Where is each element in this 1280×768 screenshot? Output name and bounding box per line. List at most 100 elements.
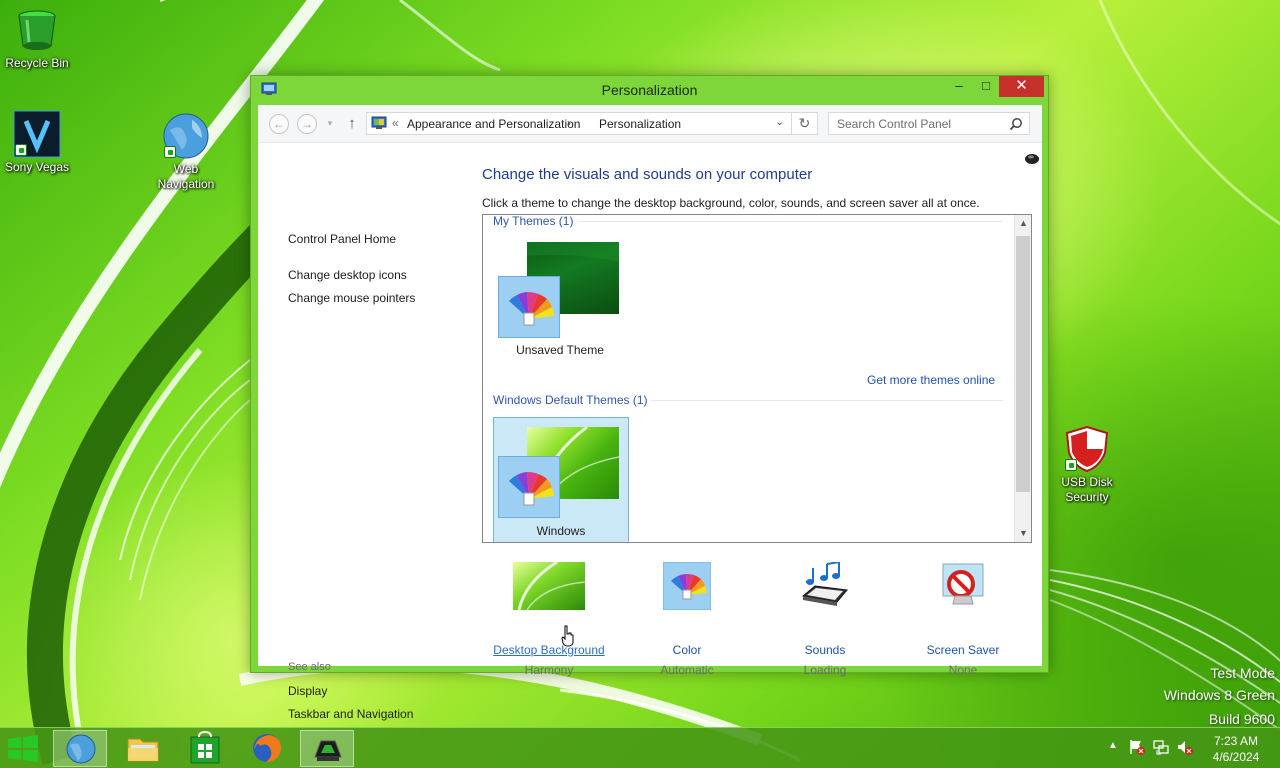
desktop-icon-usb-disk-security[interactable]: USB Disk Security <box>1047 425 1127 505</box>
globe-icon <box>66 734 96 764</box>
theme-tile-windows[interactable]: Windows <box>493 417 629 542</box>
shortcut-arrow-icon <box>1065 459 1077 471</box>
color-label[interactable]: Color <box>622 643 752 657</box>
default-themes-group-header[interactable]: Windows Default Themes (1) <box>493 393 648 407</box>
desktop-icon-label: USB Disk Security <box>1061 475 1113 504</box>
see-also-heading: See also <box>288 661 331 673</box>
minimize-button[interactable]: – <box>946 76 972 97</box>
display-link[interactable]: Display <box>288 684 327 698</box>
screen-saver-setting[interactable]: Screen Saver None <box>898 562 1028 677</box>
refresh-button[interactable]: ↻ <box>791 113 817 134</box>
search-input[interactable] <box>829 113 1004 134</box>
watermark-line: Windows 8 Green <box>1163 687 1275 703</box>
desktop-icon-label: Recycle Bin <box>5 56 69 70</box>
watermark-line: Test Mode <box>1210 665 1275 681</box>
screen-saver-label[interactable]: Screen Saver <box>898 643 1028 657</box>
forward-button[interactable]: → <box>297 114 317 134</box>
get-more-themes-link[interactable]: Get more themes online <box>867 373 995 387</box>
recycle-bin-icon <box>13 6 61 54</box>
change-desktop-icons-link[interactable]: Change desktop icons <box>288 268 407 282</box>
windows-logo-icon <box>8 735 38 762</box>
start-button[interactable] <box>0 730 46 767</box>
window-title: Personalization <box>601 82 698 98</box>
store-icon <box>190 730 220 764</box>
up-button[interactable]: ↑ <box>344 115 360 133</box>
color-palette-icon <box>498 276 560 338</box>
clock-time[interactable]: 7:23 AM <box>1200 734 1272 748</box>
sounds-icon <box>801 561 849 610</box>
system-tray: ▲ 7:23 AM 4/6/2024 <box>1100 728 1280 768</box>
close-button[interactable]: ✕ <box>999 76 1044 97</box>
breadcrumb-appearance[interactable]: Appearance and Personalization <box>407 117 580 131</box>
network-icon[interactable] <box>1152 738 1170 759</box>
personalization-window: Personalization – □ ✕ ← → ▾ ↑ « Appearan… <box>250 75 1049 721</box>
group-divider <box>579 221 1003 222</box>
taskbar-firefox[interactable] <box>240 730 294 767</box>
firefox-icon <box>253 734 282 762</box>
change-mouse-pointers-link[interactable]: Change mouse pointers <box>288 291 415 305</box>
taskbar-navigation-link[interactable]: Taskbar and Navigation <box>288 707 413 721</box>
taskbar-internet-explorer[interactable] <box>53 730 107 767</box>
recent-locations-button[interactable]: ▾ <box>325 118 335 128</box>
scroll-thumb[interactable] <box>1016 236 1030 492</box>
color-setting[interactable]: Color Automatic <box>622 561 752 677</box>
desktop-icon-recycle-bin[interactable]: Recycle Bin <box>0 6 77 71</box>
desktop-background-setting[interactable]: Desktop Background Harmony <box>484 560 614 677</box>
help-icon[interactable] <box>1024 151 1040 165</box>
taskbar-file-explorer[interactable] <box>116 730 170 767</box>
sounds-value: Loading <box>803 663 847 677</box>
clock-date[interactable]: 4/6/2024 <box>1200 750 1272 764</box>
taskbar: ▲ 7:23 AM 4/6/2024 <box>0 727 1280 768</box>
color-value: Automatic <box>660 663 714 677</box>
search-box[interactable] <box>828 112 1030 135</box>
back-button[interactable]: ← <box>269 114 289 134</box>
theme-tile-unsaved[interactable]: Unsaved Theme <box>493 237 629 363</box>
page-title: Change the visuals and sounds on your co… <box>482 166 813 183</box>
navigation-bar: ← → ▾ ↑ « Appearance and Personalization… <box>258 105 1042 143</box>
sounds-label[interactable]: Sounds <box>760 643 890 657</box>
search-icon[interactable] <box>1009 117 1023 131</box>
theme-name: Windows <box>536 524 586 538</box>
page-description: Click a theme to change the desktop back… <box>482 196 980 210</box>
desktop-background-icon <box>513 560 586 611</box>
show-hidden-icons-button[interactable]: ▲ <box>1108 740 1118 751</box>
desktop-icon-web-navigation[interactable]: Web Navigation <box>146 112 226 192</box>
hand-cursor-icon <box>561 625 575 647</box>
sounds-setting[interactable]: Sounds Loading <box>760 561 890 677</box>
themes-scrollbar[interactable]: ▲ ▼ <box>1014 215 1031 542</box>
scroll-down-button[interactable]: ▼ <box>1015 525 1031 542</box>
theme-name: Unsaved Theme <box>516 343 604 357</box>
address-overflow-chevron[interactable]: « <box>392 116 399 130</box>
group-divider <box>651 400 1003 401</box>
desktop-icon-sony-vegas[interactable]: Sony Vegas <box>0 110 77 175</box>
my-themes-group-header[interactable]: My Themes (1) <box>493 215 573 228</box>
control-panel-icon <box>371 116 387 131</box>
window-client-area: ← → ▾ ↑ « Appearance and Personalization… <box>258 105 1042 721</box>
watermark-line: Build 9600 <box>1208 711 1275 727</box>
sony-vegas-icon <box>13 110 61 158</box>
desktop-background-label[interactable]: Desktop Background <box>484 643 614 657</box>
desktop-icon-label: Sony Vegas <box>4 160 70 174</box>
desktop-background-value: Harmony <box>524 663 574 677</box>
action-center-flag-icon[interactable] <box>1128 738 1146 759</box>
themes-list[interactable]: My Themes (1) Unsaved Theme Get more the… <box>482 214 1032 543</box>
volume-muted-icon[interactable] <box>1176 738 1194 759</box>
shortcut-arrow-icon <box>15 144 27 156</box>
scroll-up-button[interactable]: ▲ <box>1015 215 1031 232</box>
breadcrumb-personalization[interactable]: Personalization <box>599 117 681 131</box>
screen-saver-icon <box>939 562 987 610</box>
taskbar-store[interactable] <box>178 730 232 767</box>
screen-saver-value: None <box>948 663 978 677</box>
maximize-button[interactable]: □ <box>973 76 999 97</box>
title-bar[interactable]: Personalization – □ ✕ <box>251 76 1048 104</box>
address-bar[interactable]: « Appearance and Personalization › Perso… <box>366 112 818 135</box>
folder-icon <box>127 738 159 762</box>
globe-icon <box>162 112 210 160</box>
control-panel-home-link[interactable]: Control Panel Home <box>288 232 396 246</box>
desktop-icon-label: Web Navigation <box>157 162 215 191</box>
breadcrumb-separator-icon[interactable]: › <box>567 116 571 130</box>
address-dropdown-icon[interactable]: ⌄ <box>775 115 789 128</box>
color-palette-icon <box>498 456 560 518</box>
taskbar-personalization[interactable] <box>300 730 354 767</box>
shortcut-arrow-icon <box>164 146 176 158</box>
